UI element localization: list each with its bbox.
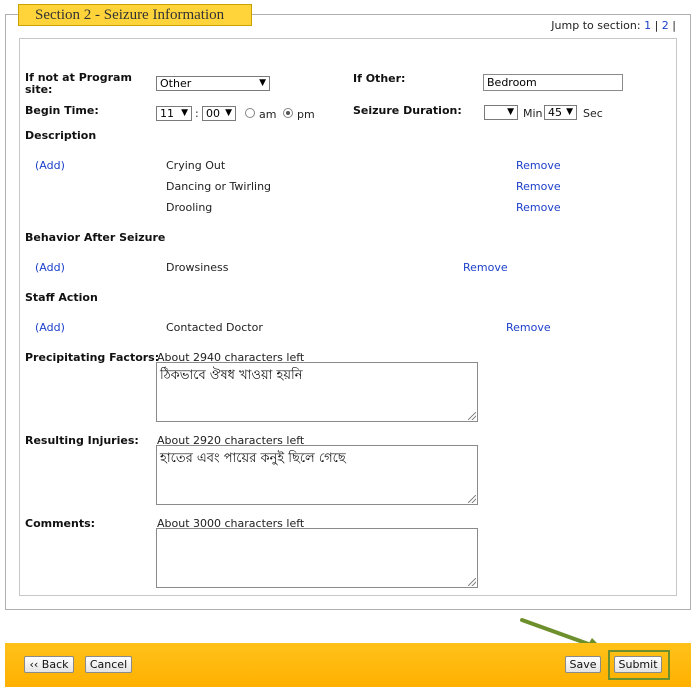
duration-minutes-select[interactable]: ▼ — [484, 105, 518, 120]
sec-label: Sec — [583, 107, 603, 120]
min-label: Min — [523, 107, 543, 120]
if-other-input[interactable]: Bedroom — [483, 74, 623, 91]
behavior-remove-link[interactable]: Remove — [463, 261, 508, 274]
description-item: Drooling — [166, 201, 213, 214]
description-label: Description — [25, 129, 97, 142]
hour-select-value: 11 — [160, 107, 174, 120]
comments-textarea[interactable] — [156, 528, 478, 588]
submit-button[interactable]: Submit — [614, 656, 662, 673]
jump-separator: | — [654, 19, 659, 32]
chevron-down-icon: ▼ — [225, 108, 232, 118]
jump-link-2[interactable]: 2 — [662, 19, 669, 32]
description-add-link[interactable]: (Add) — [35, 159, 65, 172]
precipitating-label: Precipitating Factors: — [25, 351, 160, 364]
chevron-down-icon: ▼ — [181, 108, 188, 118]
precipitating-text: ঠিকভাবে ঔষধ খাওয়া হয়নি — [160, 368, 303, 383]
comments-label: Comments: — [25, 517, 96, 530]
jump-to-section: Jump to section: 1 | 2 | — [551, 19, 676, 32]
behavior-label: Behavior After Seizure — [25, 231, 166, 244]
location-label: If not at Program site: — [25, 71, 132, 96]
resize-grip-icon[interactable] — [468, 578, 476, 586]
begin-time-label: Begin Time: — [25, 104, 99, 117]
staff-remove-link[interactable]: Remove — [506, 321, 551, 334]
hour-select[interactable]: 11 ▼ — [156, 106, 192, 121]
staff-add-link[interactable]: (Add) — [35, 321, 65, 334]
resize-grip-icon[interactable] — [468, 412, 476, 420]
location-select[interactable]: Other ▼ — [156, 76, 270, 91]
jump-label: Jump to section: — [551, 19, 641, 32]
chevron-down-icon: ▼ — [259, 78, 266, 88]
pm-radio[interactable] — [283, 108, 293, 118]
duration-seconds-value: 45 — [548, 106, 562, 119]
save-button[interactable]: Save — [565, 656, 601, 673]
am-radio[interactable] — [245, 108, 255, 118]
jump-separator: | — [672, 19, 676, 32]
minute-select[interactable]: 00 ▼ — [202, 106, 236, 121]
description-item: Dancing or Twirling — [166, 180, 272, 193]
pm-label: pm — [297, 108, 315, 121]
injuries-label: Resulting Injuries: — [25, 434, 139, 447]
description-item: Crying Out — [166, 159, 226, 172]
behavior-add-link[interactable]: (Add) — [35, 261, 65, 274]
chevron-down-icon: ▼ — [507, 107, 514, 117]
if-other-label: If Other: — [353, 72, 406, 85]
location-select-value: Other — [160, 77, 192, 90]
section-title: Section 2 - Seizure Information — [18, 4, 252, 26]
resize-grip-icon[interactable] — [468, 495, 476, 503]
minute-select-value: 00 — [206, 107, 220, 120]
form-panel — [19, 38, 677, 596]
back-button[interactable]: ‹‹ Back — [24, 656, 74, 673]
precipitating-textarea[interactable]: ঠিকভাবে ঔষধ খাওয়া হয়নি — [156, 362, 478, 422]
staff-action-label: Staff Action — [25, 291, 98, 304]
am-label: am — [259, 108, 277, 121]
chevron-down-icon: ▼ — [566, 107, 573, 117]
description-remove-link[interactable]: Remove — [516, 159, 561, 172]
staff-item: Contacted Doctor — [166, 321, 263, 334]
time-colon: : — [195, 107, 199, 120]
duration-seconds-select[interactable]: 45 ▼ — [544, 105, 577, 120]
behavior-item: Drowsiness — [166, 261, 229, 274]
description-remove-link[interactable]: Remove — [516, 201, 561, 214]
injuries-textarea[interactable]: হাতের এবং পায়ের কনুই ছিলে গেছে — [156, 445, 478, 505]
cancel-button[interactable]: Cancel — [85, 656, 132, 673]
description-remove-link[interactable]: Remove — [516, 180, 561, 193]
seizure-duration-label: Seizure Duration: — [353, 104, 462, 117]
injuries-text: হাতের এবং পায়ের কনুই ছিলে গেছে — [160, 451, 346, 466]
jump-link-1[interactable]: 1 — [644, 19, 651, 32]
